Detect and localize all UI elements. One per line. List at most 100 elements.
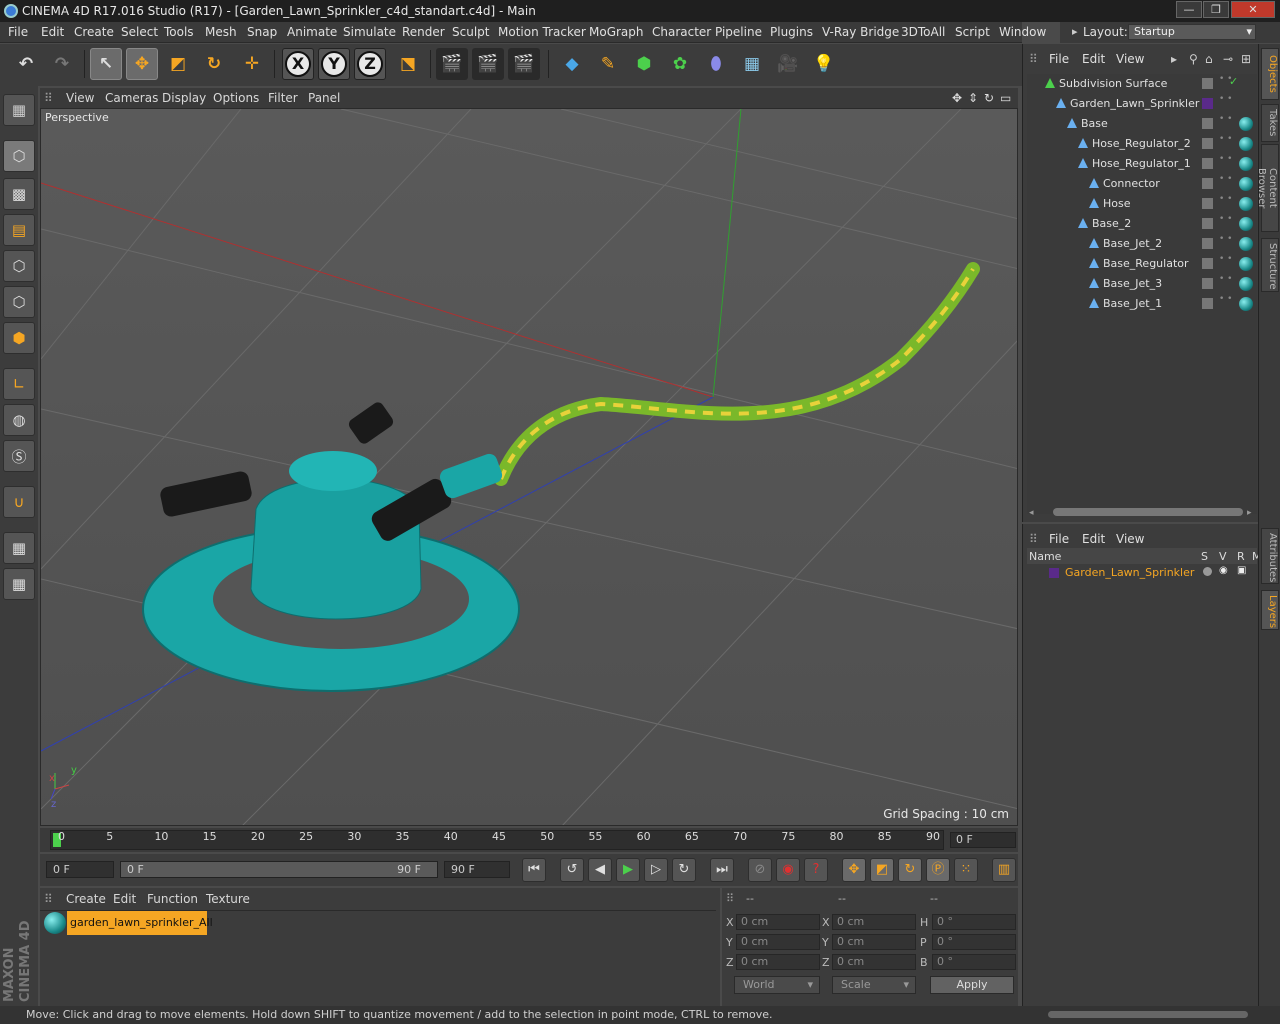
render-icon[interactable]: ▣: [1237, 565, 1246, 576]
layer-row[interactable]: Garden_Lawn_Sprinkler ◉ ▣: [1027, 564, 1257, 582]
polygons-mode-button[interactable]: ⬢: [3, 322, 35, 354]
render-view-button[interactable]: 🎬: [436, 48, 468, 80]
next-frame-button[interactable]: ▷: [644, 858, 668, 882]
object-tree[interactable]: Subdivision Surface • • ✓ Garden_Lawn_Sprin…: [1027, 74, 1257, 514]
object-visibility-toggle[interactable]: [1202, 158, 1213, 169]
coord-pos-x-field[interactable]: 0 cm: [736, 914, 820, 930]
orbit-icon[interactable]: ↻: [984, 91, 994, 105]
viewport-menu-display[interactable]: Display: [162, 91, 206, 105]
object-visibility-toggle[interactable]: [1202, 198, 1213, 209]
object-menu-edit[interactable]: Edit: [1082, 52, 1105, 66]
z-axis-button[interactable]: Z: [354, 48, 386, 80]
menu-3dtoall[interactable]: 3DToAll: [901, 25, 945, 39]
end-frame-field[interactable]: 90 F: [444, 861, 510, 878]
key-position-button[interactable]: ✥: [842, 858, 866, 882]
key-scale-button[interactable]: ◩: [870, 858, 894, 882]
array-button[interactable]: ✿: [664, 48, 696, 80]
coord-rot-b-field[interactable]: 0 °: [932, 954, 1016, 970]
coord-pos-y-field[interactable]: 0 cm: [736, 934, 820, 950]
object-row[interactable]: Base_Jet_1 • •: [1027, 294, 1257, 314]
autokey-button[interactable]: ◉: [776, 858, 800, 882]
new-window-icon[interactable]: ⊞: [1241, 52, 1251, 66]
menu-tools[interactable]: Tools: [164, 25, 194, 39]
menu-pipeline[interactable]: Pipeline: [715, 25, 762, 39]
current-frame-field[interactable]: 0 F: [950, 832, 1016, 848]
object-row[interactable]: Base_Regulator • •: [1027, 254, 1257, 274]
light-button[interactable]: 💡: [808, 48, 840, 80]
maximize-view-icon[interactable]: ▭: [1000, 91, 1011, 105]
pan-icon[interactable]: ✥: [952, 91, 962, 105]
object-visibility-toggle[interactable]: [1202, 98, 1213, 109]
object-name[interactable]: Hose_Regulator_2: [1092, 137, 1191, 150]
render-settings-button[interactable]: 🎬: [508, 48, 540, 80]
layer-menu-file[interactable]: File: [1049, 532, 1069, 546]
tab-layers[interactable]: Layers: [1261, 590, 1279, 630]
cube-button[interactable]: ◆: [556, 48, 588, 80]
editor-render-dots-icon[interactable]: • •: [1219, 195, 1232, 204]
search-icon[interactable]: ⚲: [1189, 52, 1198, 66]
expand-arrow-icon[interactable]: ▸: [1072, 25, 1078, 38]
zoom-icon[interactable]: ⇕: [968, 91, 978, 105]
object-row[interactable]: Base • •: [1027, 114, 1257, 134]
object-row[interactable]: Hose • •: [1027, 194, 1257, 214]
object-visibility-toggle[interactable]: [1202, 178, 1213, 189]
tweak-mode-button[interactable]: ◍: [3, 404, 35, 436]
workplane-mode-button[interactable]: ▤: [3, 214, 35, 246]
material-name-label[interactable]: garden_lawn_sprinkler_All: [67, 911, 213, 935]
object-visibility-toggle[interactable]: [1202, 138, 1213, 149]
object-name[interactable]: Base_Jet_1: [1103, 297, 1162, 310]
scroll-right-icon[interactable]: ▸: [1247, 508, 1252, 518]
rotate-tool-button[interactable]: ↻: [198, 48, 230, 80]
editor-render-dots-icon[interactable]: • •: [1219, 295, 1232, 304]
object-visibility-toggle[interactable]: [1202, 238, 1213, 249]
material-tag-icon[interactable]: [1239, 197, 1253, 211]
layer-color-swatch[interactable]: [1049, 568, 1059, 578]
menu-select[interactable]: Select: [121, 25, 158, 39]
menu-character[interactable]: Character: [652, 25, 711, 39]
editor-render-dots-icon[interactable]: • •: [1219, 215, 1232, 224]
object-visibility-toggle[interactable]: [1202, 118, 1213, 129]
scale-tool-button[interactable]: ◩: [162, 48, 194, 80]
object-row[interactable]: Subdivision Surface • • ✓: [1027, 74, 1257, 94]
pen-button[interactable]: ✎: [592, 48, 624, 80]
material-tag-icon[interactable]: [1239, 137, 1253, 151]
object-visibility-toggle[interactable]: [1202, 278, 1213, 289]
object-menu-file[interactable]: File: [1049, 52, 1069, 66]
material-tag-icon[interactable]: [1239, 217, 1253, 231]
object-visibility-toggle[interactable]: [1202, 218, 1213, 229]
material-tag-icon[interactable]: [1239, 237, 1253, 251]
x-axis-button[interactable]: X: [282, 48, 314, 80]
object-visibility-toggle[interactable]: [1202, 78, 1213, 89]
object-row[interactable]: Base_Jet_3 • •: [1027, 274, 1257, 294]
tab-attributes[interactable]: Attributes: [1261, 528, 1279, 584]
editor-render-dots-icon[interactable]: • •: [1219, 155, 1232, 164]
next-key-button[interactable]: ↻: [672, 858, 696, 882]
object-name[interactable]: Garden_Lawn_Sprinkler: [1070, 97, 1199, 110]
object-name[interactable]: Base: [1081, 117, 1108, 130]
menu-motion-tracker[interactable]: Motion Tracker: [498, 25, 586, 39]
home-icon[interactable]: ⌂: [1205, 52, 1213, 66]
tab-takes[interactable]: Takes: [1261, 104, 1279, 142]
minimize-button[interactable]: —: [1176, 1, 1202, 18]
object-name[interactable]: Base_Regulator: [1103, 257, 1189, 270]
layer-col-solo[interactable]: S: [1201, 550, 1208, 563]
menu-edit[interactable]: Edit: [41, 25, 64, 39]
render-picture-viewer-button[interactable]: 🎬: [472, 48, 504, 80]
recent-tool-button[interactable]: ✛: [236, 48, 268, 80]
editor-render-dots-icon[interactable]: • •: [1219, 235, 1232, 244]
points-mode-button[interactable]: ⬡: [3, 250, 35, 282]
close-button[interactable]: ✕: [1231, 1, 1275, 18]
tab-content-browser[interactable]: Content Browser: [1256, 144, 1279, 232]
enabled-check-icon[interactable]: ✓: [1229, 75, 1238, 88]
layout-select[interactable]: Startup ▾: [1128, 24, 1256, 40]
layer-menu-edit[interactable]: Edit: [1082, 532, 1105, 546]
object-name[interactable]: Connector: [1103, 177, 1160, 190]
edges-mode-button[interactable]: ⬡: [3, 286, 35, 318]
material-tag-icon[interactable]: [1239, 117, 1253, 131]
key-pla-button[interactable]: ⁙: [954, 858, 978, 882]
material-tag-icon[interactable]: [1239, 277, 1253, 291]
keyframe-help-button[interactable]: ?: [804, 858, 828, 882]
layer-name[interactable]: Garden_Lawn_Sprinkler: [1065, 566, 1194, 579]
object-visibility-toggle[interactable]: [1202, 258, 1213, 269]
menu-mesh[interactable]: Mesh: [205, 25, 237, 39]
